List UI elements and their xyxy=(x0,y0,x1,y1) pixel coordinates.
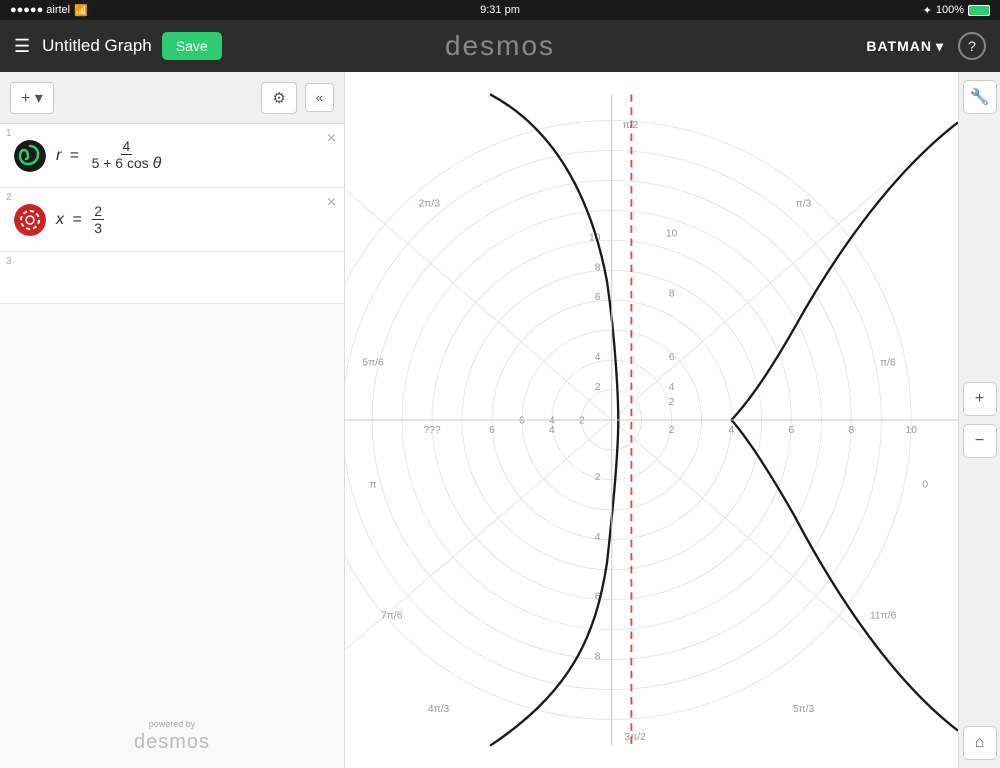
username-text: BATMAN xyxy=(866,38,932,54)
svg-text:2π/3: 2π/3 xyxy=(419,199,441,210)
graph-canvas: 10 8 6 4 2 2 4 6 2 4 6 8 10 4 6 ??? xyxy=(345,72,958,768)
carrier-text: ●●●●● airtel xyxy=(10,4,70,16)
expression-close-1[interactable]: × xyxy=(327,130,336,148)
svg-text:2: 2 xyxy=(669,425,675,436)
save-button[interactable]: Save xyxy=(162,32,222,60)
svg-text:6: 6 xyxy=(519,416,525,427)
svg-text:2: 2 xyxy=(669,397,675,408)
plus-icon: + xyxy=(975,390,984,408)
main-content: + ▾ ⚙ « 1 r = 4 xyxy=(0,72,1000,768)
svg-text:0: 0 xyxy=(922,479,928,490)
username-button[interactable]: BATMAN ▾ xyxy=(866,38,944,55)
expression-toolbar: + ▾ ⚙ « xyxy=(0,72,344,124)
expression-row-2[interactable]: 2 x = 2 3 × xyxy=(0,188,344,252)
svg-text:6: 6 xyxy=(489,425,495,436)
zoom-in-button[interactable]: + xyxy=(963,382,997,416)
svg-text:4: 4 xyxy=(669,382,675,393)
svg-text:8: 8 xyxy=(669,288,675,299)
svg-text:4π/3: 4π/3 xyxy=(428,704,450,715)
svg-text:4: 4 xyxy=(595,352,601,363)
branding-logo: desmos xyxy=(14,731,330,754)
status-time: 9:31 pm xyxy=(480,4,520,16)
expression-close-2[interactable]: × xyxy=(327,194,336,212)
status-left: ●●●●● airtel 📶 xyxy=(10,4,88,17)
svg-text:10: 10 xyxy=(905,425,917,436)
wrench-button[interactable]: 🔧 xyxy=(963,80,997,114)
expression-formula-1: r = 4 5 + 6 cos θ xyxy=(56,139,334,172)
svg-text:5π/6: 5π/6 xyxy=(362,358,384,369)
row-number-3: 3 xyxy=(6,256,12,267)
svg-text:2: 2 xyxy=(595,382,601,393)
expression-formula-2: x = 2 3 xyxy=(56,204,334,235)
menu-button[interactable]: ☰ xyxy=(14,36,30,57)
svg-text:8: 8 xyxy=(848,425,854,436)
svg-text:10: 10 xyxy=(666,229,678,240)
expression-icon-2 xyxy=(14,204,46,236)
battery-icon xyxy=(968,5,990,16)
svg-text:π/6: π/6 xyxy=(880,358,896,369)
row-number-1: 1 xyxy=(6,128,12,139)
wifi-icon: 📶 xyxy=(74,4,88,17)
minus-icon: − xyxy=(975,432,984,450)
desmos-logo: desmos xyxy=(445,30,555,62)
svg-text:???: ??? xyxy=(423,425,440,436)
svg-text:3π/2: 3π/2 xyxy=(624,732,646,743)
dropdown-arrow-icon: ▾ xyxy=(936,38,944,55)
expression-list: 1 r = 4 5 + 6 cos θ × xyxy=(0,124,344,705)
svg-text:7π/6: 7π/6 xyxy=(381,610,403,621)
svg-text:4: 4 xyxy=(549,425,555,436)
bluetooth-icon: ✦ xyxy=(923,4,932,17)
expression-row-1[interactable]: 1 r = 4 5 + 6 cos θ × xyxy=(0,124,344,188)
add-expression-button[interactable]: + ▾ xyxy=(10,82,54,114)
top-nav: ☰ Untitled Graph Save desmos BATMAN ▾ ? xyxy=(0,20,1000,72)
graph-area[interactable]: 10 8 6 4 2 2 4 6 2 4 6 8 10 4 6 ??? xyxy=(345,72,958,768)
svg-text:π/3: π/3 xyxy=(796,199,812,210)
home-icon: ⌂ xyxy=(975,734,985,752)
svg-text:11π/6: 11π/6 xyxy=(870,610,897,621)
svg-text:π: π xyxy=(370,479,377,490)
svg-text:4: 4 xyxy=(729,425,735,436)
expression-row-3[interactable]: 3 xyxy=(0,252,344,304)
settings-button[interactable]: ⚙ xyxy=(261,82,296,114)
status-right: ✦ 100% xyxy=(923,4,990,17)
battery-text: 100% xyxy=(936,4,964,16)
svg-text:6: 6 xyxy=(789,425,795,436)
branding: powered by desmos xyxy=(0,705,344,768)
row-number-2: 2 xyxy=(6,192,12,203)
help-button[interactable]: ? xyxy=(958,32,986,60)
svg-text:2: 2 xyxy=(579,416,585,427)
left-panel: + ▾ ⚙ « 1 r = 4 xyxy=(0,72,345,768)
powered-by-text: powered by xyxy=(14,719,330,729)
svg-text:4: 4 xyxy=(595,532,601,543)
home-button[interactable]: ⌂ xyxy=(963,726,997,760)
graph-title: Untitled Graph xyxy=(42,36,152,56)
right-tools-panel: 🔧 + − ⌂ xyxy=(958,72,1000,768)
expression-icon-1 xyxy=(14,140,46,172)
svg-text:8: 8 xyxy=(595,652,601,663)
zoom-out-button[interactable]: − xyxy=(963,424,997,458)
svg-text:2: 2 xyxy=(595,472,601,483)
svg-text:8: 8 xyxy=(595,262,601,273)
svg-text:6: 6 xyxy=(595,292,601,303)
svg-text:6: 6 xyxy=(669,352,675,363)
collapse-panel-button[interactable]: « xyxy=(305,83,334,112)
user-section: BATMAN ▾ ? xyxy=(866,32,986,60)
svg-text:5π/3: 5π/3 xyxy=(793,704,815,715)
status-bar: ●●●●● airtel 📶 9:31 pm ✦ 100% xyxy=(0,0,1000,20)
